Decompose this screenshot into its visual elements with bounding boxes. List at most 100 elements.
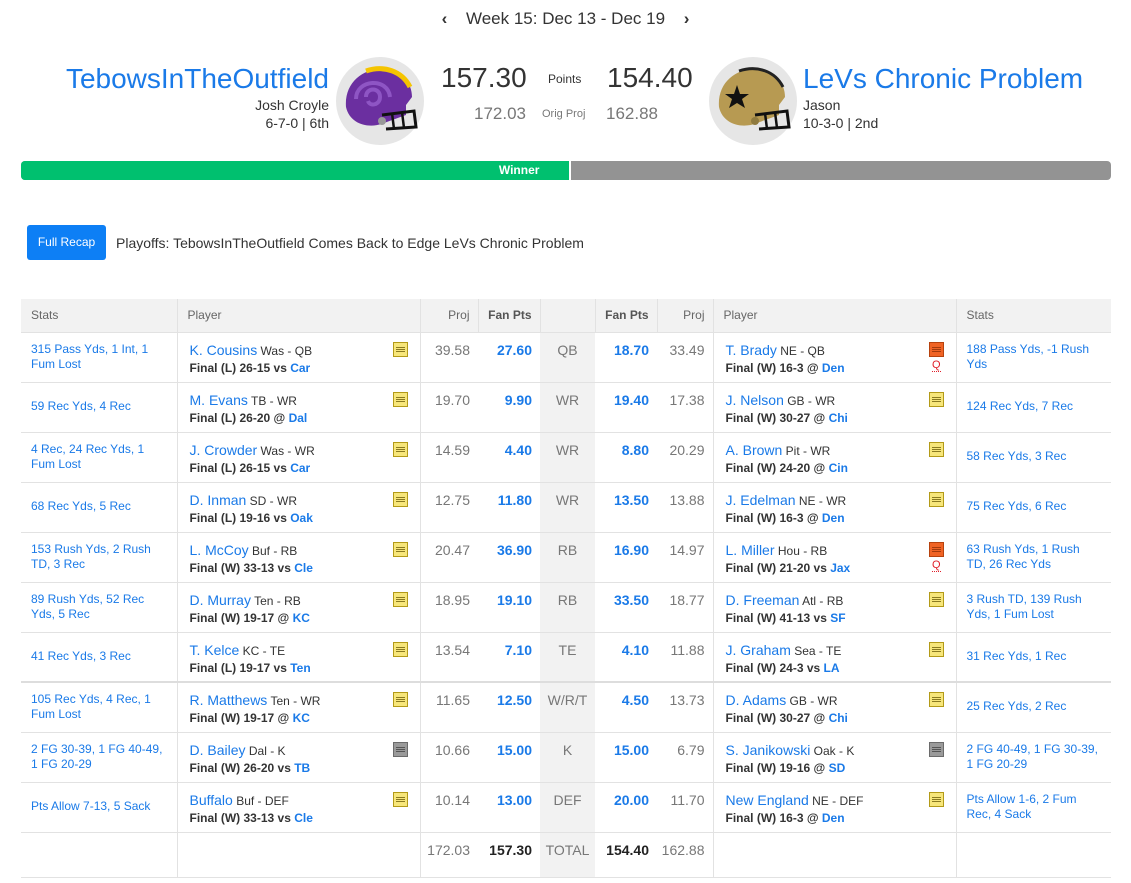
fanpts-right[interactable]: 4.50 bbox=[595, 681, 657, 732]
opponent-link[interactable]: Cin bbox=[829, 461, 848, 475]
fanpts-left[interactable]: 9.90 bbox=[478, 381, 540, 432]
opponent-link[interactable]: SF bbox=[830, 611, 845, 625]
opponent-link[interactable]: Car bbox=[290, 361, 310, 375]
stats-cell-left[interactable]: 41 Rec Yds, 3 Rec bbox=[21, 631, 178, 682]
player-note-icon[interactable] bbox=[392, 741, 408, 757]
opponent-link[interactable]: SD bbox=[829, 761, 846, 775]
fanpts-right[interactable]: 18.70 bbox=[595, 331, 657, 382]
stats-cell-left[interactable]: 105 Rec Yds, 4 Rec, 1 Fum Lost bbox=[21, 681, 178, 732]
stats-cell-right[interactable]: 2 FG 40-49, 1 FG 30-39, 1 FG 20-29 bbox=[956, 731, 1111, 782]
player-note-icon[interactable] bbox=[392, 491, 408, 507]
player-name-link[interactable]: D. Freeman bbox=[726, 592, 800, 608]
player-note-icon[interactable] bbox=[392, 541, 408, 557]
player-name-link[interactable]: R. Matthews bbox=[190, 692, 268, 708]
opponent-link[interactable]: Oak bbox=[290, 511, 313, 525]
player-note-icon[interactable] bbox=[392, 391, 408, 407]
stats-cell-right[interactable]: 124 Rec Yds, 7 Rec bbox=[956, 381, 1111, 432]
fanpts-left[interactable]: 15.00 bbox=[478, 731, 540, 782]
opponent-link[interactable]: Jax bbox=[830, 561, 850, 575]
injury-status-badge[interactable]: Q bbox=[931, 559, 941, 572]
team-right-helmet-logo[interactable] bbox=[709, 57, 797, 145]
team-right-name[interactable]: LeVs Chronic Problem bbox=[803, 62, 1083, 96]
player-name-link[interactable]: J. Crowder bbox=[190, 442, 258, 458]
stats-cell-left[interactable]: 4 Rec, 24 Rec Yds, 1 Fum Lost bbox=[21, 431, 178, 482]
opponent-link[interactable]: Car bbox=[290, 461, 310, 475]
team-left-helmet-logo[interactable] bbox=[336, 57, 424, 145]
fanpts-right[interactable]: 4.10 bbox=[595, 631, 657, 682]
fanpts-left[interactable]: 12.50 bbox=[478, 681, 540, 732]
chevron-right-icon[interactable]: › bbox=[684, 9, 690, 29]
opponent-link[interactable]: KC bbox=[293, 611, 310, 625]
player-name-link[interactable]: J. Nelson bbox=[726, 392, 784, 408]
fanpts-left[interactable]: 4.40 bbox=[478, 431, 540, 482]
player-note-icon[interactable] bbox=[928, 441, 944, 457]
player-name-link[interactable]: T. Kelce bbox=[190, 642, 240, 658]
stats-cell-left[interactable]: 68 Rec Yds, 5 Rec bbox=[21, 481, 178, 532]
fanpts-left[interactable]: 11.80 bbox=[478, 481, 540, 532]
opponent-link[interactable]: KC bbox=[293, 711, 310, 725]
opponent-link[interactable]: LA bbox=[824, 661, 840, 675]
player-name-link[interactable]: K. Cousins bbox=[190, 342, 258, 358]
opponent-link[interactable]: Den bbox=[822, 361, 845, 375]
player-note-icon[interactable] bbox=[392, 441, 408, 457]
fanpts-right[interactable]: 16.90 bbox=[595, 531, 657, 582]
opponent-link[interactable]: Chi bbox=[829, 711, 848, 725]
player-name-link[interactable]: T. Brady bbox=[726, 342, 777, 358]
opponent-link[interactable]: Den bbox=[822, 511, 845, 525]
fanpts-right[interactable]: 20.00 bbox=[595, 781, 657, 832]
player-name-link[interactable]: L. McCoy bbox=[190, 542, 249, 558]
fanpts-left[interactable]: 27.60 bbox=[478, 331, 540, 382]
player-name-link[interactable]: S. Janikowski bbox=[726, 742, 811, 758]
fanpts-left[interactable]: 19.10 bbox=[478, 581, 540, 632]
stats-cell-right[interactable]: 3 Rush TD, 139 Rush Yds, 1 Fum Lost bbox=[956, 581, 1111, 632]
stats-cell-right[interactable]: 63 Rush Yds, 1 Rush TD, 26 Rec Yds bbox=[956, 531, 1111, 582]
player-note-icon[interactable] bbox=[928, 692, 944, 707]
player-note-icon[interactable] bbox=[928, 341, 944, 357]
fanpts-left[interactable]: 36.90 bbox=[478, 531, 540, 582]
stats-cell-left[interactable]: Pts Allow 7-13, 5 Sack bbox=[21, 781, 178, 832]
fanpts-left[interactable]: 7.10 bbox=[478, 631, 540, 682]
player-name-link[interactable]: D. Inman bbox=[190, 492, 247, 508]
fanpts-right[interactable]: 13.50 bbox=[595, 481, 657, 532]
opponent-link[interactable]: TB bbox=[294, 761, 310, 775]
stats-cell-left[interactable]: 89 Rush Yds, 52 Rec Yds, 5 Rec bbox=[21, 581, 178, 632]
player-name-link[interactable]: M. Evans bbox=[190, 392, 248, 408]
player-note-icon[interactable] bbox=[392, 692, 408, 707]
player-note-icon[interactable] bbox=[928, 641, 944, 657]
injury-status-badge[interactable]: Q bbox=[931, 359, 941, 372]
player-name-link[interactable]: L. Miller bbox=[726, 542, 775, 558]
player-name-link[interactable]: A. Brown bbox=[726, 442, 783, 458]
stats-cell-right[interactable]: Pts Allow 1-6, 2 Fum Rec, 4 Sack bbox=[956, 781, 1111, 832]
stats-cell-right[interactable]: 188 Pass Yds, -1 Rush Yds bbox=[956, 331, 1111, 382]
player-note-icon[interactable] bbox=[392, 591, 408, 607]
fanpts-right[interactable]: 8.80 bbox=[595, 431, 657, 482]
opponent-link[interactable]: Den bbox=[822, 811, 845, 825]
chevron-left-icon[interactable]: ‹ bbox=[442, 9, 448, 29]
fanpts-right[interactable]: 15.00 bbox=[595, 731, 657, 782]
player-note-icon[interactable] bbox=[928, 491, 944, 507]
player-note-icon[interactable] bbox=[928, 791, 944, 807]
stats-cell-right[interactable]: 75 Rec Yds, 6 Rec bbox=[956, 481, 1111, 532]
opponent-link[interactable]: Ten bbox=[290, 661, 310, 675]
fanpts-left[interactable]: 13.00 bbox=[478, 781, 540, 832]
fanpts-right[interactable]: 19.40 bbox=[595, 381, 657, 432]
player-name-link[interactable]: D. Bailey bbox=[190, 742, 246, 758]
player-name-link[interactable]: J. Edelman bbox=[726, 492, 796, 508]
player-name-link[interactable]: D. Murray bbox=[190, 592, 251, 608]
opponent-link[interactable]: Dal bbox=[289, 411, 308, 425]
stats-cell-left[interactable]: 153 Rush Yds, 2 Rush TD, 3 Rec bbox=[21, 531, 178, 582]
player-note-icon[interactable] bbox=[928, 541, 944, 557]
stats-cell-left[interactable]: 59 Rec Yds, 4 Rec bbox=[21, 381, 178, 432]
stats-cell-left[interactable]: 2 FG 30-39, 1 FG 40-49, 1 FG 20-29 bbox=[21, 731, 178, 782]
player-name-link[interactable]: D. Adams bbox=[726, 692, 787, 708]
stats-cell-left[interactable]: 315 Pass Yds, 1 Int, 1 Fum Lost bbox=[21, 331, 178, 382]
fanpts-right[interactable]: 33.50 bbox=[595, 581, 657, 632]
stats-cell-right[interactable]: 58 Rec Yds, 3 Rec bbox=[956, 431, 1111, 482]
player-note-icon[interactable] bbox=[928, 741, 944, 757]
opponent-link[interactable]: Cle bbox=[294, 811, 313, 825]
opponent-link[interactable]: Cle bbox=[294, 561, 313, 575]
player-note-icon[interactable] bbox=[928, 391, 944, 407]
player-name-link[interactable]: Buffalo bbox=[190, 792, 233, 808]
player-note-icon[interactable] bbox=[392, 641, 408, 657]
player-note-icon[interactable] bbox=[392, 341, 408, 357]
